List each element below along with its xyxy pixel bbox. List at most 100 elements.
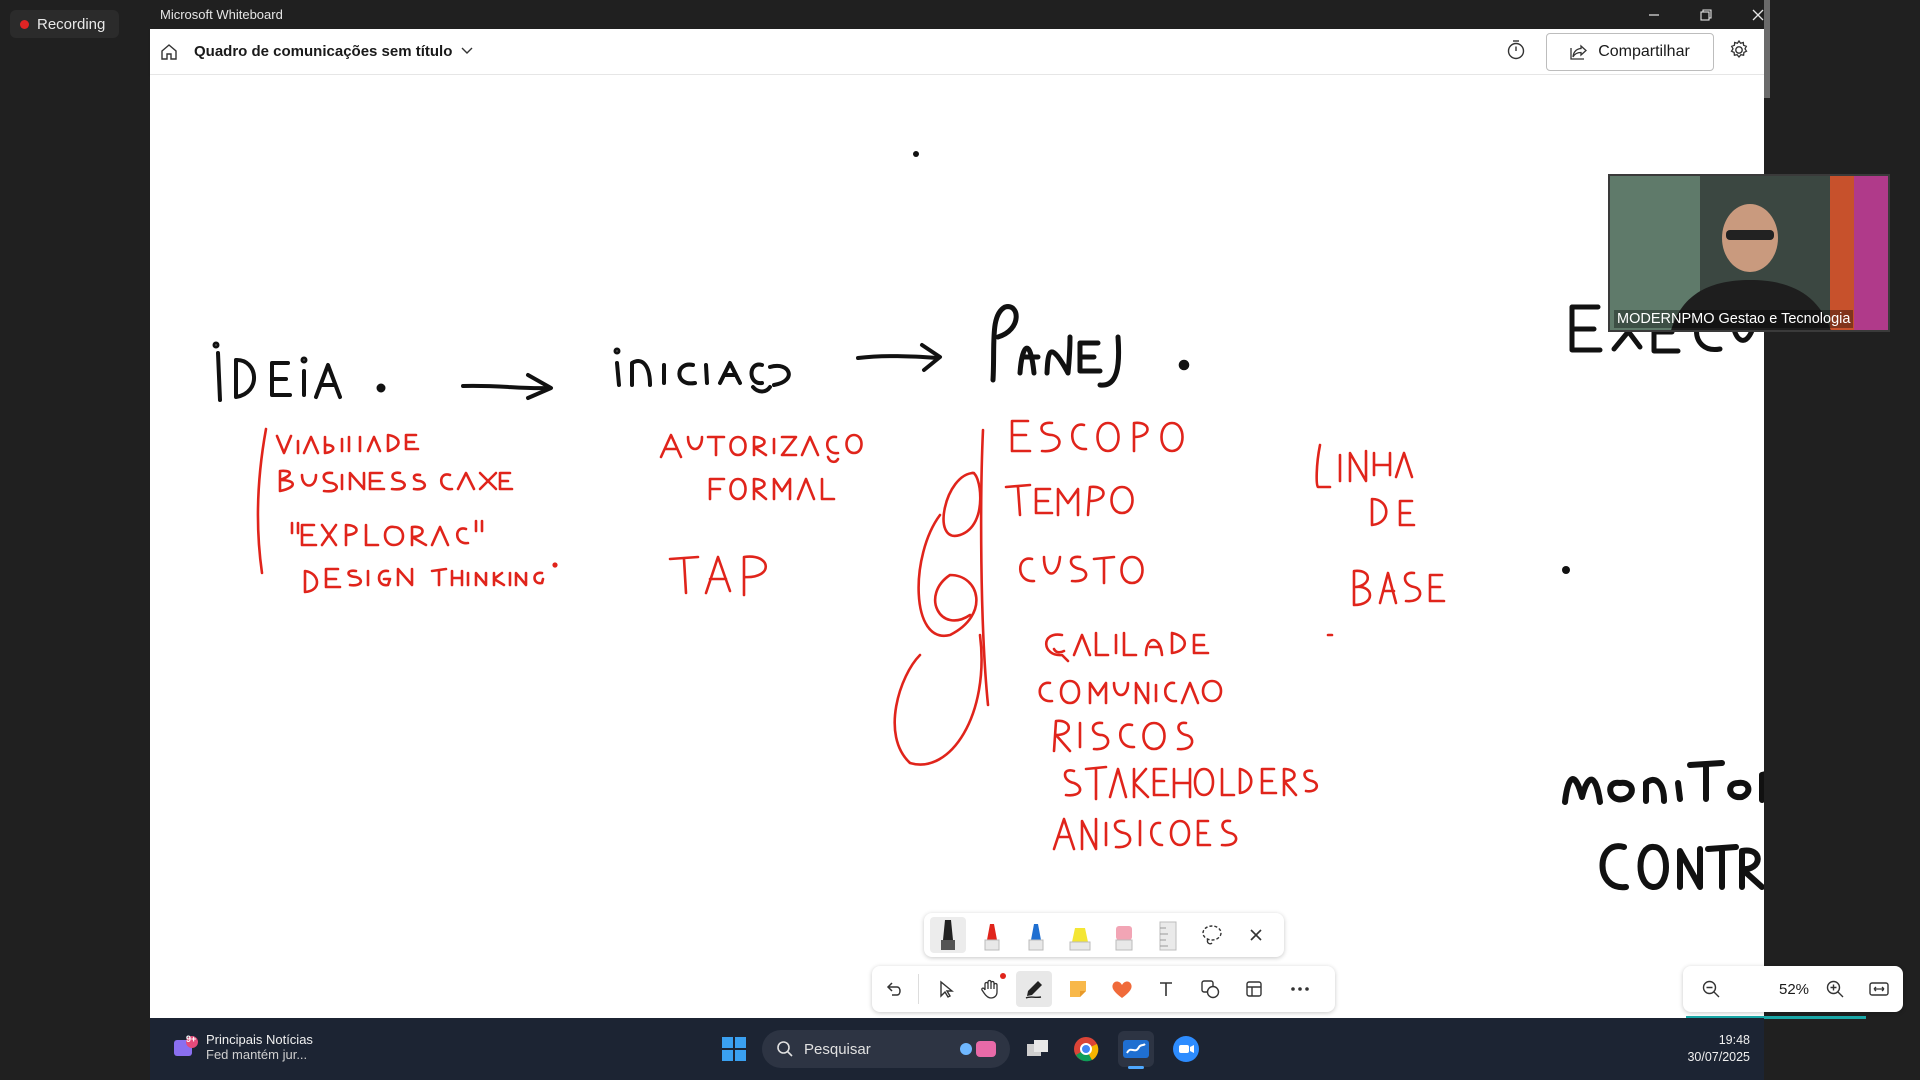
news-subtitle: Fed mantém jur... xyxy=(206,1047,308,1062)
zoom-controls: 52% xyxy=(1683,966,1903,1012)
sticky-note-icon xyxy=(1070,981,1086,997)
ink-word-planej xyxy=(990,304,1190,388)
red-pen-icon xyxy=(984,924,1000,951)
share-button[interactable]: Compartilhar xyxy=(1546,33,1714,71)
clock-date: 30/07/2025 xyxy=(1687,1050,1750,1064)
highlighter-icon xyxy=(1069,928,1091,951)
app-bar: Quadro de comunicações sem título Compar… xyxy=(150,29,1764,75)
windows-icon xyxy=(722,1037,746,1061)
close-icon xyxy=(1752,9,1764,20)
close-window-button[interactable] xyxy=(1732,0,1784,29)
ink-notes-planejamento xyxy=(893,419,1319,851)
lasso-select[interactable] xyxy=(1194,917,1230,953)
news-widget[interactable]: 9+ Principais Notícias Fed mantém jur... xyxy=(172,1032,313,1062)
ruler[interactable] xyxy=(1150,917,1186,953)
home-button[interactable] xyxy=(156,39,182,65)
video-tile[interactable]: MODERNPMO Gestao e Tecnologia xyxy=(1608,174,1890,332)
shapes-button[interactable] xyxy=(1192,971,1228,1007)
reactions-button[interactable] xyxy=(1104,971,1140,1007)
hand-icon xyxy=(981,979,998,999)
recording-indicator: Recording xyxy=(10,10,120,38)
minimize-button[interactable] xyxy=(1628,0,1680,29)
ruler-icon xyxy=(1159,921,1177,951)
templates-button[interactable] xyxy=(1236,971,1272,1007)
zoom-in-button[interactable] xyxy=(1817,971,1853,1007)
participant-video xyxy=(1610,176,1888,330)
news-title: Principais Notícias xyxy=(206,1032,313,1047)
pointer-icon xyxy=(940,980,954,998)
timer-button[interactable] xyxy=(1506,39,1526,66)
ink-dot xyxy=(1562,566,1570,574)
fit-to-screen-button[interactable] xyxy=(1861,971,1897,1007)
text-icon xyxy=(1160,982,1172,996)
share-label: Compartilhar xyxy=(1598,43,1690,60)
chevron-down-icon[interactable] xyxy=(460,43,474,61)
chrome-taskbar-button[interactable] xyxy=(1068,1031,1104,1067)
participant-name: MODERNPMO Gestao e Tecnologia xyxy=(1614,310,1854,328)
black-pen[interactable] xyxy=(930,917,966,953)
taskbar-search[interactable]: Pesquisar xyxy=(762,1030,1010,1068)
ink-notes-execucao xyxy=(1315,443,1446,637)
share-icon xyxy=(1570,44,1588,60)
window-title: Microsoft Whiteboard xyxy=(160,7,283,22)
recording-dot-icon xyxy=(20,19,29,29)
search-highlight-icon xyxy=(960,1041,996,1057)
black-pen-icon xyxy=(941,920,955,950)
ink-word-ideia xyxy=(212,341,386,402)
active-app-indicator xyxy=(1128,1066,1144,1069)
pen-icon xyxy=(1025,981,1042,999)
ink-word-monitorar xyxy=(1562,760,1764,805)
ink-layer xyxy=(212,151,1764,891)
zoom-out-button[interactable] xyxy=(1693,971,1729,1007)
more-button[interactable] xyxy=(1282,971,1318,1007)
toolbar-divider xyxy=(918,974,919,1004)
zoom-taskbar-button[interactable] xyxy=(1168,1031,1204,1067)
more-icon xyxy=(1291,987,1309,991)
ink-notes-ideia xyxy=(256,427,558,594)
taskbar: 9+ Principais Notícias Fed mantém jur...… xyxy=(150,1018,1764,1080)
search-placeholder: Pesquisar xyxy=(804,1040,871,1058)
heart-icon xyxy=(1112,981,1132,998)
clock[interactable]: 19:48 30/07/2025 xyxy=(1687,1032,1750,1066)
ink-button[interactable] xyxy=(1016,971,1052,1007)
undo-button[interactable] xyxy=(876,971,912,1007)
templates-icon xyxy=(1246,981,1262,997)
zoom-app-icon xyxy=(1173,1036,1199,1062)
select-button[interactable] xyxy=(928,971,964,1007)
ink-arrow xyxy=(856,343,942,372)
fit-screen-icon xyxy=(1869,982,1889,996)
shapes-icon xyxy=(1201,980,1220,999)
sticky-note-button[interactable] xyxy=(1060,971,1096,1007)
news-icon: 9+ xyxy=(172,1034,198,1060)
board-title[interactable]: Quadro de comunicações sem título xyxy=(194,43,452,60)
whiteboard-window: Microsoft Whiteboard Quadro de comunicaç… xyxy=(150,0,1903,1019)
zoom-out-icon xyxy=(1702,980,1720,998)
eraser-icon xyxy=(1115,926,1133,951)
chrome-icon xyxy=(1074,1037,1099,1062)
main-toolbar xyxy=(872,966,1335,1012)
pan-button[interactable] xyxy=(972,971,1008,1007)
ink-arrow xyxy=(461,373,553,400)
notification-dot-icon xyxy=(1000,973,1006,979)
settings-button[interactable] xyxy=(1728,39,1750,66)
eraser[interactable] xyxy=(1106,917,1142,953)
close-pen-tray-button[interactable] xyxy=(1238,917,1274,953)
blue-pen[interactable] xyxy=(1018,917,1054,953)
restore-button[interactable] xyxy=(1680,0,1732,29)
news-badge: 9+ xyxy=(186,1034,197,1044)
text-button[interactable] xyxy=(1148,971,1184,1007)
start-button[interactable] xyxy=(716,1031,752,1067)
lasso-icon xyxy=(1202,925,1222,945)
yellow-highlighter[interactable] xyxy=(1062,917,1098,953)
search-icon xyxy=(777,1041,793,1057)
red-pen[interactable] xyxy=(974,917,1010,953)
pen-tray xyxy=(924,913,1284,957)
scrollbar[interactable] xyxy=(1764,0,1770,98)
blue-pen-icon xyxy=(1028,924,1044,951)
whiteboard-taskbar-button[interactable] xyxy=(1118,1031,1154,1069)
task-view-button[interactable] xyxy=(1020,1031,1056,1067)
title-bar: Microsoft Whiteboard xyxy=(150,0,1764,29)
whiteboard-canvas[interactable] xyxy=(150,75,1764,1018)
whiteboard-app-icon xyxy=(1123,1040,1149,1058)
ink-notes-iniciacao xyxy=(659,433,863,597)
